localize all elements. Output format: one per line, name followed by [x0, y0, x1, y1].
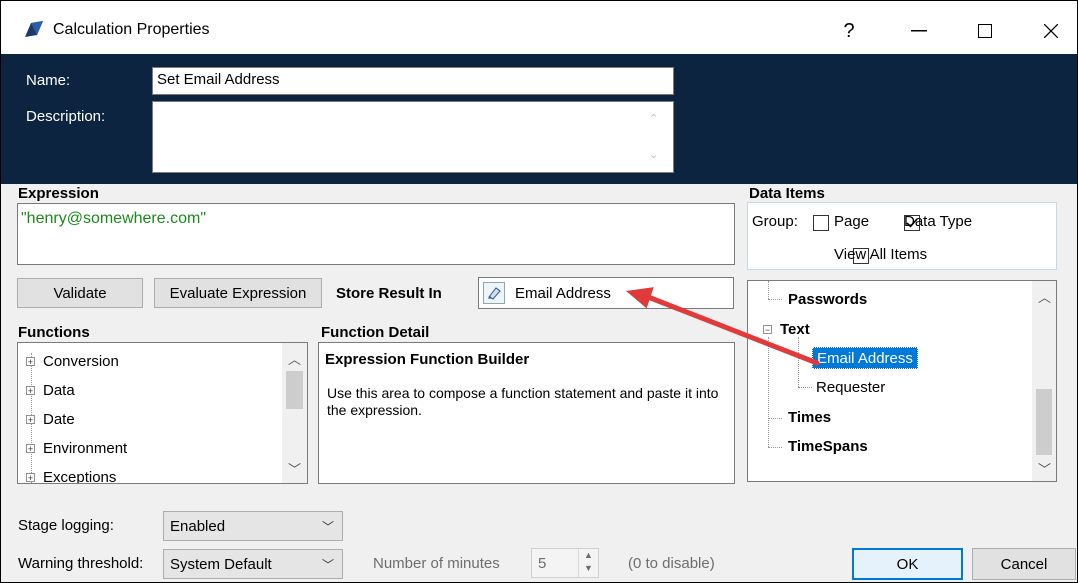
tree-line	[798, 387, 812, 388]
maximize-button[interactable]	[963, 13, 1007, 49]
page-checkbox-label: Page	[834, 213, 870, 230]
number-of-minutes-label: Number of minutes	[373, 555, 500, 572]
cancel-button[interactable]: Cancel	[972, 548, 1076, 580]
expand-icon[interactable]: +	[26, 386, 35, 396]
evaluate-expression-button[interactable]: Evaluate Expression	[154, 278, 322, 308]
app-icon	[23, 19, 45, 39]
data-items-scrollbar[interactable]: ︿ ﹀	[1032, 281, 1056, 481]
stepper-buttons[interactable]: ▲ ▼	[578, 549, 598, 577]
stepper-up-icon[interactable]: ▲	[584, 550, 593, 560]
expression-label: Expression	[18, 185, 99, 202]
store-result-label: Store Result In	[336, 285, 442, 302]
store-result-value: Email Address	[515, 285, 611, 302]
scrollbar-thumb[interactable]	[1036, 389, 1052, 455]
warning-threshold-value: System Default	[170, 555, 272, 573]
stepper-down-icon[interactable]: ▼	[584, 563, 593, 573]
stage-logging-value: Enabled	[170, 517, 226, 535]
scroll-up-icon[interactable]: ︿	[288, 349, 301, 368]
ok-button[interactable]: OK	[852, 548, 963, 580]
help-button[interactable]: ?	[827, 13, 871, 49]
tree-item-requester[interactable]: Requester	[816, 379, 885, 396]
minutes-value: 5	[538, 555, 547, 572]
tree-item-times[interactable]: Times	[788, 409, 831, 426]
function-detail-text: Use this area to compose a function stat…	[327, 385, 719, 418]
function-item-environment[interactable]: Environment	[43, 440, 127, 457]
close-button[interactable]	[1029, 13, 1073, 49]
data-items-label: Data Items	[749, 185, 825, 202]
view-all-checkbox-label: View All Items	[834, 246, 928, 263]
scroll-down-icon[interactable]: ﹀	[1038, 459, 1051, 478]
description-scroll-up-icon[interactable]: ⌃	[649, 112, 658, 125]
function-detail-title: Expression Function Builder	[325, 351, 530, 368]
data-items-group-box: Group: Page Data Type View All Items	[747, 202, 1057, 270]
tree-line	[768, 418, 782, 419]
function-item-exceptions[interactable]: Exceptions	[43, 469, 116, 483]
function-item-data[interactable]: Data	[43, 382, 75, 399]
stage-logging-dropdown[interactable]: Enabled ﹀	[163, 511, 343, 541]
disable-hint: (0 to disable)	[628, 555, 715, 572]
header-panel: Name: Set Email Address Description: ⌃ ⌄	[1, 54, 1077, 184]
expand-icon[interactable]: +	[26, 473, 35, 483]
chevron-down-icon: ﹀	[321, 520, 334, 534]
functions-tree[interactable]: + Conversion + Data + Date + Environment…	[17, 342, 308, 484]
functions-scrollbar[interactable]: ︿ ﹀	[282, 343, 307, 483]
functions-label: Functions	[18, 324, 90, 341]
stage-logging-label: Stage logging:	[18, 517, 114, 534]
title-bar: Calculation Properties ?	[1, 1, 1077, 54]
group-label: Group:	[752, 213, 798, 230]
function-item-conversion[interactable]: Conversion	[43, 353, 119, 370]
chevron-down-icon: ﹀	[321, 558, 334, 572]
minimize-button[interactable]	[897, 13, 941, 49]
tree-item-timespans[interactable]: TimeSpans	[788, 438, 868, 455]
minimize-icon	[911, 30, 927, 32]
warning-threshold-label: Warning threshold:	[18, 555, 144, 572]
function-detail-label: Function Detail	[321, 324, 430, 341]
maximize-icon	[978, 24, 992, 38]
data-type-checkbox-label: Data Type	[904, 213, 973, 230]
expand-icon[interactable]: +	[26, 444, 35, 454]
scroll-down-icon[interactable]: ﹀	[288, 459, 301, 478]
validate-button[interactable]: Validate	[17, 278, 143, 308]
function-item-date[interactable]: Date	[43, 411, 75, 428]
expression-text: "henry@somewhere.com"	[21, 210, 206, 227]
description-scroll-down-icon[interactable]: ⌄	[649, 148, 658, 161]
tree-line	[768, 447, 782, 448]
name-field[interactable]: Set Email Address	[152, 67, 674, 95]
page-checkbox[interactable]	[813, 215, 829, 232]
window-title: Calculation Properties	[53, 21, 210, 38]
close-icon	[1044, 24, 1058, 38]
expand-icon[interactable]: +	[26, 357, 35, 367]
calculation-properties-dialog: Calculation Properties ? Name: Set Email…	[0, 0, 1078, 583]
expression-editor[interactable]: "henry@somewhere.com"	[17, 203, 735, 265]
name-label: Name:	[26, 72, 71, 89]
data-item-icon	[483, 282, 505, 304]
expand-icon[interactable]: +	[26, 415, 35, 425]
annotation-arrow	[626, 287, 820, 366]
scrollbar-thumb[interactable]	[286, 371, 303, 409]
scroll-up-icon[interactable]: ︿	[1038, 287, 1051, 306]
minutes-stepper[interactable]: 5 ▲ ▼	[531, 548, 599, 578]
tree-item-email-address[interactable]: Email Address	[812, 347, 918, 369]
description-label: Description:	[26, 108, 106, 125]
description-field[interactable]	[152, 101, 674, 173]
warning-threshold-dropdown[interactable]: System Default ﹀	[163, 549, 343, 579]
